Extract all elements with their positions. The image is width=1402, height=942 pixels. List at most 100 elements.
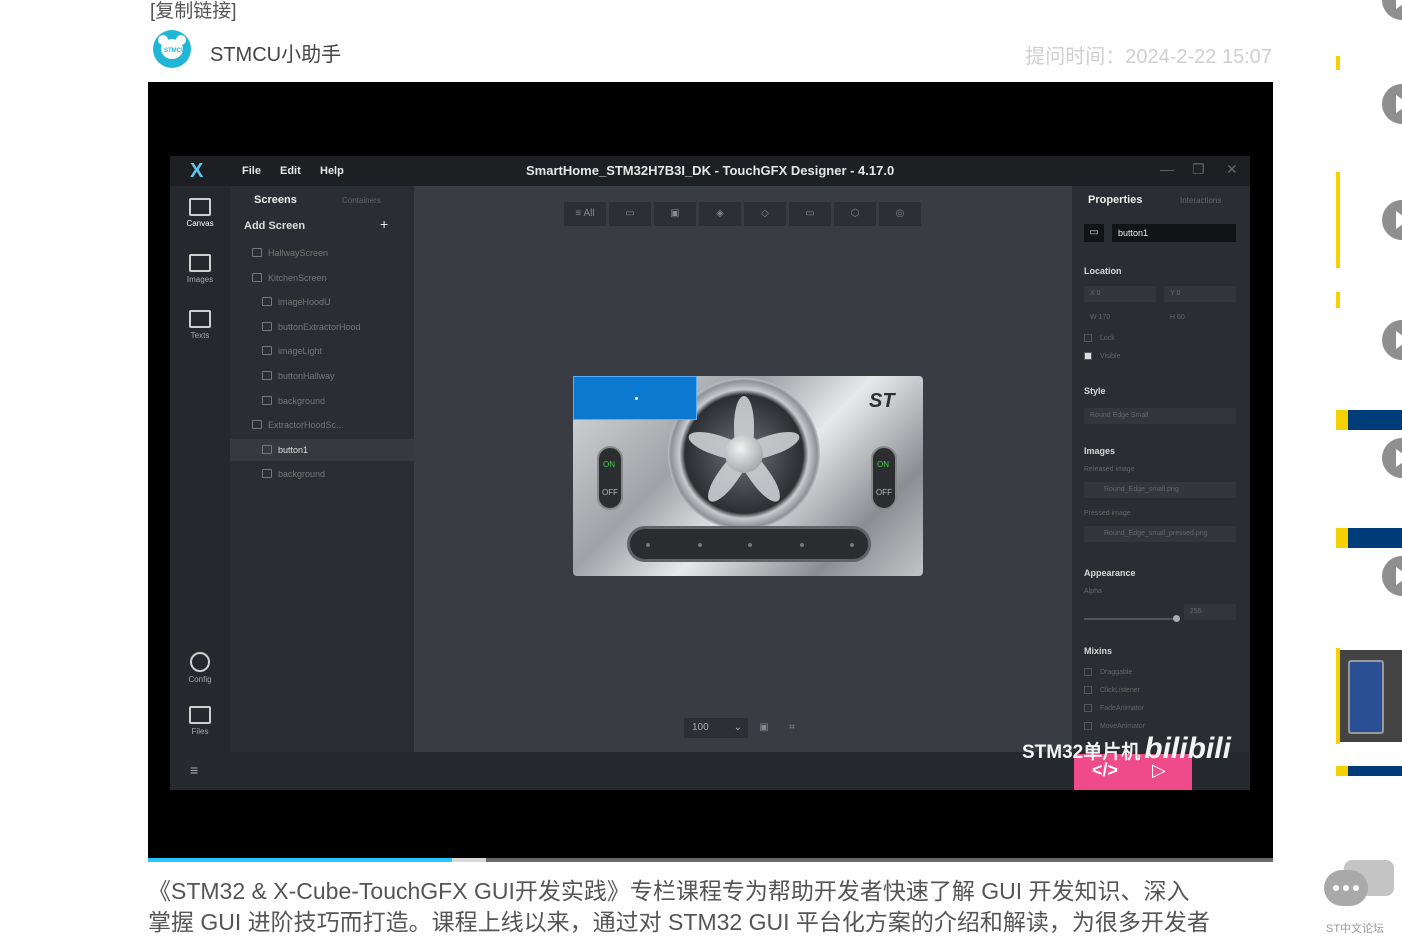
related-video-play[interactable] bbox=[1382, 84, 1402, 124]
tree-item[interactable]: KitchenScreen bbox=[230, 267, 414, 289]
released-image-field[interactable]: Round_Edge_small.png bbox=[1084, 482, 1236, 498]
nav-label: Images bbox=[186, 275, 214, 284]
avatar[interactable]: STMCU bbox=[153, 30, 191, 68]
tab-screens[interactable]: Screens bbox=[254, 194, 297, 206]
tab-containers[interactable]: Containers bbox=[342, 196, 381, 205]
toolbar-button[interactable]: ▣ bbox=[654, 202, 696, 226]
add-screen-button[interactable]: Add Screen bbox=[244, 220, 305, 232]
y-field[interactable]: Y 0 bbox=[1164, 286, 1236, 302]
widget-icon bbox=[262, 444, 272, 454]
bar-dot bbox=[748, 543, 752, 547]
st-forum-widget[interactable]: ST中文论坛 bbox=[1320, 858, 1400, 938]
maximize-button[interactable]: ❐ bbox=[1192, 161, 1205, 178]
nav-canvas[interactable]: Canvas bbox=[170, 198, 230, 228]
tab-properties[interactable]: Properties bbox=[1088, 194, 1142, 206]
author-row: STMCU STMCU小助手 提问时间：2024-2-22 15:07 bbox=[150, 30, 1272, 70]
mixin-checkbox[interactable]: ClickListener bbox=[1084, 686, 1140, 694]
toolbar-button[interactable]: ▭ bbox=[789, 202, 831, 226]
menu-edit[interactable]: Edit bbox=[280, 165, 301, 177]
tree-item-label: KitchenScreen bbox=[268, 272, 327, 283]
mixin-checkbox[interactable]: MoveAnimator bbox=[1084, 722, 1145, 730]
crop-icon[interactable]: ⌗ bbox=[782, 718, 802, 738]
lock-checkbox[interactable]: Lock bbox=[1084, 334, 1115, 342]
menu-icon[interactable]: ≡ bbox=[190, 762, 198, 778]
menu-file[interactable]: File bbox=[242, 165, 261, 177]
close-button[interactable]: ✕ bbox=[1226, 161, 1238, 178]
w-field[interactable]: W 170 bbox=[1090, 314, 1110, 321]
mixin-checkbox[interactable]: FadeAnimator bbox=[1084, 704, 1144, 712]
pressed-image-field[interactable]: Round_Edge_small_pressed.png bbox=[1084, 526, 1236, 542]
tree-item-label: imageHoodU bbox=[278, 297, 331, 308]
alpha-label: Alpha bbox=[1084, 588, 1102, 595]
nav-label: Files bbox=[191, 727, 209, 736]
related-video-play[interactable] bbox=[1382, 556, 1402, 596]
appearance-heading: Appearance bbox=[1084, 568, 1136, 578]
released-label: Released image bbox=[1084, 466, 1135, 473]
mixin-label: ClickListener bbox=[1100, 686, 1141, 694]
location-heading: Location bbox=[1084, 266, 1122, 276]
menu-help[interactable]: Help bbox=[320, 165, 344, 177]
avatar-text: STMCU bbox=[164, 48, 186, 54]
tree-item-label: background bbox=[278, 395, 326, 406]
related-video-play[interactable] bbox=[1382, 200, 1402, 240]
mixin-checkbox[interactable]: Draggable bbox=[1084, 668, 1132, 676]
x-field[interactable]: X 0 bbox=[1084, 286, 1156, 302]
toolbar-button[interactable]: ◇ bbox=[744, 202, 786, 226]
tree-item-label: buttonHallway bbox=[278, 371, 335, 381]
chat-bubble-icon bbox=[1324, 870, 1368, 906]
fit-screen-icon[interactable]: ▣ bbox=[754, 718, 774, 738]
screen-icon bbox=[252, 420, 262, 430]
checkbox-checked bbox=[1084, 352, 1092, 360]
canvas-area[interactable]: ≡ All ▭ ▣ ◈ ◇ ▭ ⬡ ◎ ON OFF ON OFF ST 100… bbox=[414, 186, 1072, 752]
widget-name-input[interactable]: button1 bbox=[1112, 224, 1236, 242]
tree-item[interactable]: button1 bbox=[230, 438, 414, 461]
widget-icon bbox=[262, 297, 272, 307]
widget-icon bbox=[262, 469, 272, 479]
nav-texts[interactable]: Texts bbox=[170, 310, 230, 340]
tree-item[interactable]: imageHoodU bbox=[230, 291, 414, 313]
tree-item[interactable]: ExtractorHoodSc... bbox=[230, 414, 414, 436]
selected-button1[interactable] bbox=[573, 376, 697, 420]
slider-knob[interactable] bbox=[1173, 615, 1180, 622]
toolbar-button[interactable]: ▭ bbox=[609, 202, 651, 226]
copy-link[interactable]: [复制链接] bbox=[150, 0, 237, 23]
nav-files[interactable]: Files bbox=[170, 706, 230, 736]
toolbar-button[interactable]: ⬡ bbox=[834, 202, 876, 226]
widget-icon bbox=[262, 395, 272, 405]
nav-config[interactable]: Config bbox=[170, 652, 230, 684]
tree-item[interactable]: background bbox=[230, 463, 414, 485]
bar-dot bbox=[646, 543, 650, 547]
alpha-slider[interactable] bbox=[1084, 615, 1180, 622]
toolbar-button[interactable]: ≡ All bbox=[564, 202, 606, 226]
related-video-play[interactable] bbox=[1382, 320, 1402, 360]
toolbar-button[interactable]: ◎ bbox=[879, 202, 921, 226]
h-field[interactable]: H 60 bbox=[1170, 314, 1185, 321]
alpha-value[interactable]: 255 bbox=[1184, 604, 1236, 620]
visible-checkbox[interactable]: Visible bbox=[1084, 352, 1121, 360]
screen-icon bbox=[252, 272, 262, 282]
author-name[interactable]: STMCU小助手 bbox=[210, 38, 341, 67]
minimize-button[interactable]: — bbox=[1160, 161, 1174, 177]
tree-item[interactable]: buttonHallway bbox=[230, 365, 414, 387]
channel-name: STM32单片机 bbox=[1022, 742, 1141, 763]
bar-dot bbox=[698, 543, 702, 547]
tab-interactions[interactable]: Interactions bbox=[1180, 196, 1221, 205]
plus-icon[interactable]: + bbox=[380, 216, 388, 232]
related-video-play[interactable] bbox=[1382, 0, 1402, 20]
related-video-play[interactable] bbox=[1382, 438, 1402, 478]
nav-images[interactable]: Images bbox=[170, 254, 230, 284]
video-player[interactable]: X File Edit Help SmartHome_STM32H7B3I_DK… bbox=[148, 82, 1273, 860]
style-select[interactable]: Round Edge Small bbox=[1084, 408, 1236, 424]
images-icon bbox=[189, 254, 211, 272]
bar-dot bbox=[800, 543, 804, 547]
related-thumbnail[interactable] bbox=[1340, 650, 1402, 742]
video-progress-bar[interactable] bbox=[148, 858, 1273, 862]
fan-hub bbox=[725, 435, 763, 473]
toolbar-button[interactable]: ◈ bbox=[699, 202, 741, 226]
tree-item[interactable]: imageLight bbox=[230, 340, 414, 362]
tree-item[interactable]: buttonExtractorHood bbox=[230, 316, 414, 338]
zoom-select[interactable]: 100 ⌄ bbox=[684, 718, 748, 738]
tree-item[interactable]: HallwayScreen bbox=[230, 242, 414, 264]
left-nav: Canvas Images Texts Config Files bbox=[170, 186, 230, 790]
tree-item[interactable]: background bbox=[230, 390, 414, 412]
